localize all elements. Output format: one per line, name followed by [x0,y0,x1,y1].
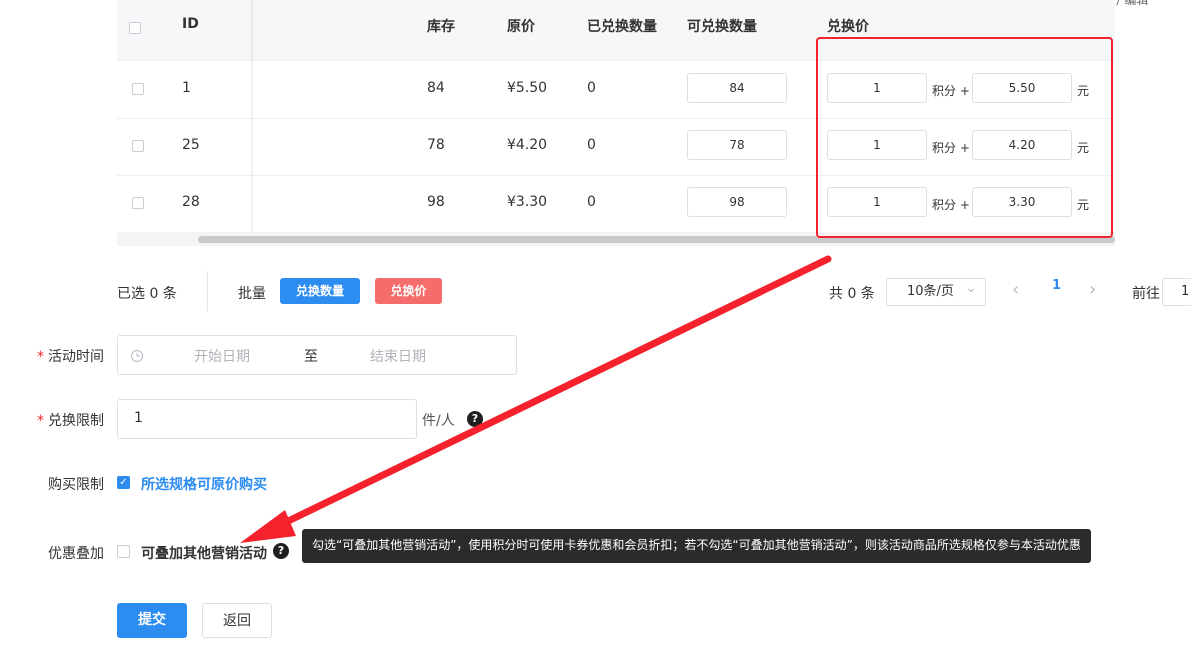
check-icon: ✓ [119,477,128,488]
fixed-column-shadow [251,0,254,232]
row-exchanged: 0 [587,137,596,153]
start-date-placeholder[interactable]: 开始日期 [194,346,250,366]
row-price: ¥5.50 [507,80,548,96]
row-id: 28 [182,194,200,210]
exchangeable-qty-input[interactable]: 84 [687,73,787,103]
required-mark: * [37,413,44,429]
purchase-limit-checkbox[interactable]: ✓ [117,476,130,489]
row-exchanged: 0 [587,80,596,96]
exchange-limit-input[interactable]: 1 [117,399,417,439]
question-icon[interactable]: ? [273,543,289,559]
exchange-limit-label: * 兑换限制 [0,410,104,430]
purchase-limit-label: 购买限制 [48,477,104,493]
row-exchanged: 0 [587,194,596,210]
row-stock: 78 [427,137,445,153]
discount-stack-option[interactable]: 可叠加其他营销活动 [141,543,267,563]
required-mark: * [37,349,44,365]
current-page[interactable]: 1 [1052,278,1061,293]
footer-divider [207,271,208,311]
row-checkbox[interactable] [132,197,144,209]
goto-page-value: 1 [1181,284,1190,299]
row-checkbox[interactable] [132,140,144,152]
date-range-picker[interactable]: 开始日期 至 结束日期 [117,335,517,375]
pagination-total: 共 0 条 [829,286,875,302]
annotation-highlight-box [816,37,1113,238]
batch-label: 批量 [238,286,266,302]
header-exchangeable: 可兑换数量 [687,19,757,35]
row-price: ¥4.20 [507,137,548,153]
page-size-value: 10条/页 [907,284,954,299]
question-icon[interactable]: ? [467,411,483,427]
select-all-checkbox[interactable] [129,22,141,34]
row-stock: 84 [427,80,445,96]
header-exchanged: 已兑换数量 [587,19,657,35]
purchase-limit-option[interactable]: 所选规格可原价购买 [141,474,267,494]
next-page-icon[interactable]: › [1089,279,1096,300]
goto-page-input[interactable]: 1 [1162,278,1191,306]
header-id: ID [182,16,199,32]
exchange-limit-value: 1 [134,410,143,426]
clock-icon [130,349,144,363]
chevron-down-icon: ⌄ [965,280,977,296]
exchange-limit-unit: 件/人 [422,413,455,429]
activity-time-label: * 活动时间 [0,346,104,366]
selected-count: 已选 0 条 [117,286,177,302]
batch-exchange-qty-button[interactable]: 兑换数量 [280,278,360,304]
header-exchange-price: 兑换价 [827,19,869,35]
range-separator: 至 [304,349,318,365]
prev-page-icon[interactable]: ‹ [1012,279,1019,300]
row-stock: 98 [427,194,445,210]
row-checkbox[interactable] [132,83,144,95]
discount-stack-tooltip: 勾选“可叠加其他营销活动”，使用积分时可使用卡券优惠和会员折扣；若不勾选“可叠加… [302,529,1091,563]
row-price: ¥3.30 [507,194,548,210]
goto-label: 前往 [1132,286,1160,302]
end-date-placeholder[interactable]: 结束日期 [370,346,426,366]
row-id: 25 [182,137,200,153]
exchangeable-qty-input[interactable]: 98 [687,187,787,217]
activity-time-label-text: 活动时间 [48,349,104,365]
header-stock: 库存 [427,19,455,35]
row-id: 1 [182,80,191,96]
back-button[interactable]: 返回 [202,603,272,638]
page-size-select[interactable]: 10条/页 ⌄ [886,278,986,306]
discount-stack-label: 优惠叠加 [48,546,104,562]
header-price: 原价 [507,19,535,35]
submit-button[interactable]: 提交 [117,603,187,638]
exchangeable-qty-input[interactable]: 78 [687,130,787,160]
batch-exchange-price-button[interactable]: 兑换价 [375,278,442,304]
discount-stack-checkbox[interactable] [117,545,130,558]
exchange-limit-label-text: 兑换限制 [48,413,104,429]
